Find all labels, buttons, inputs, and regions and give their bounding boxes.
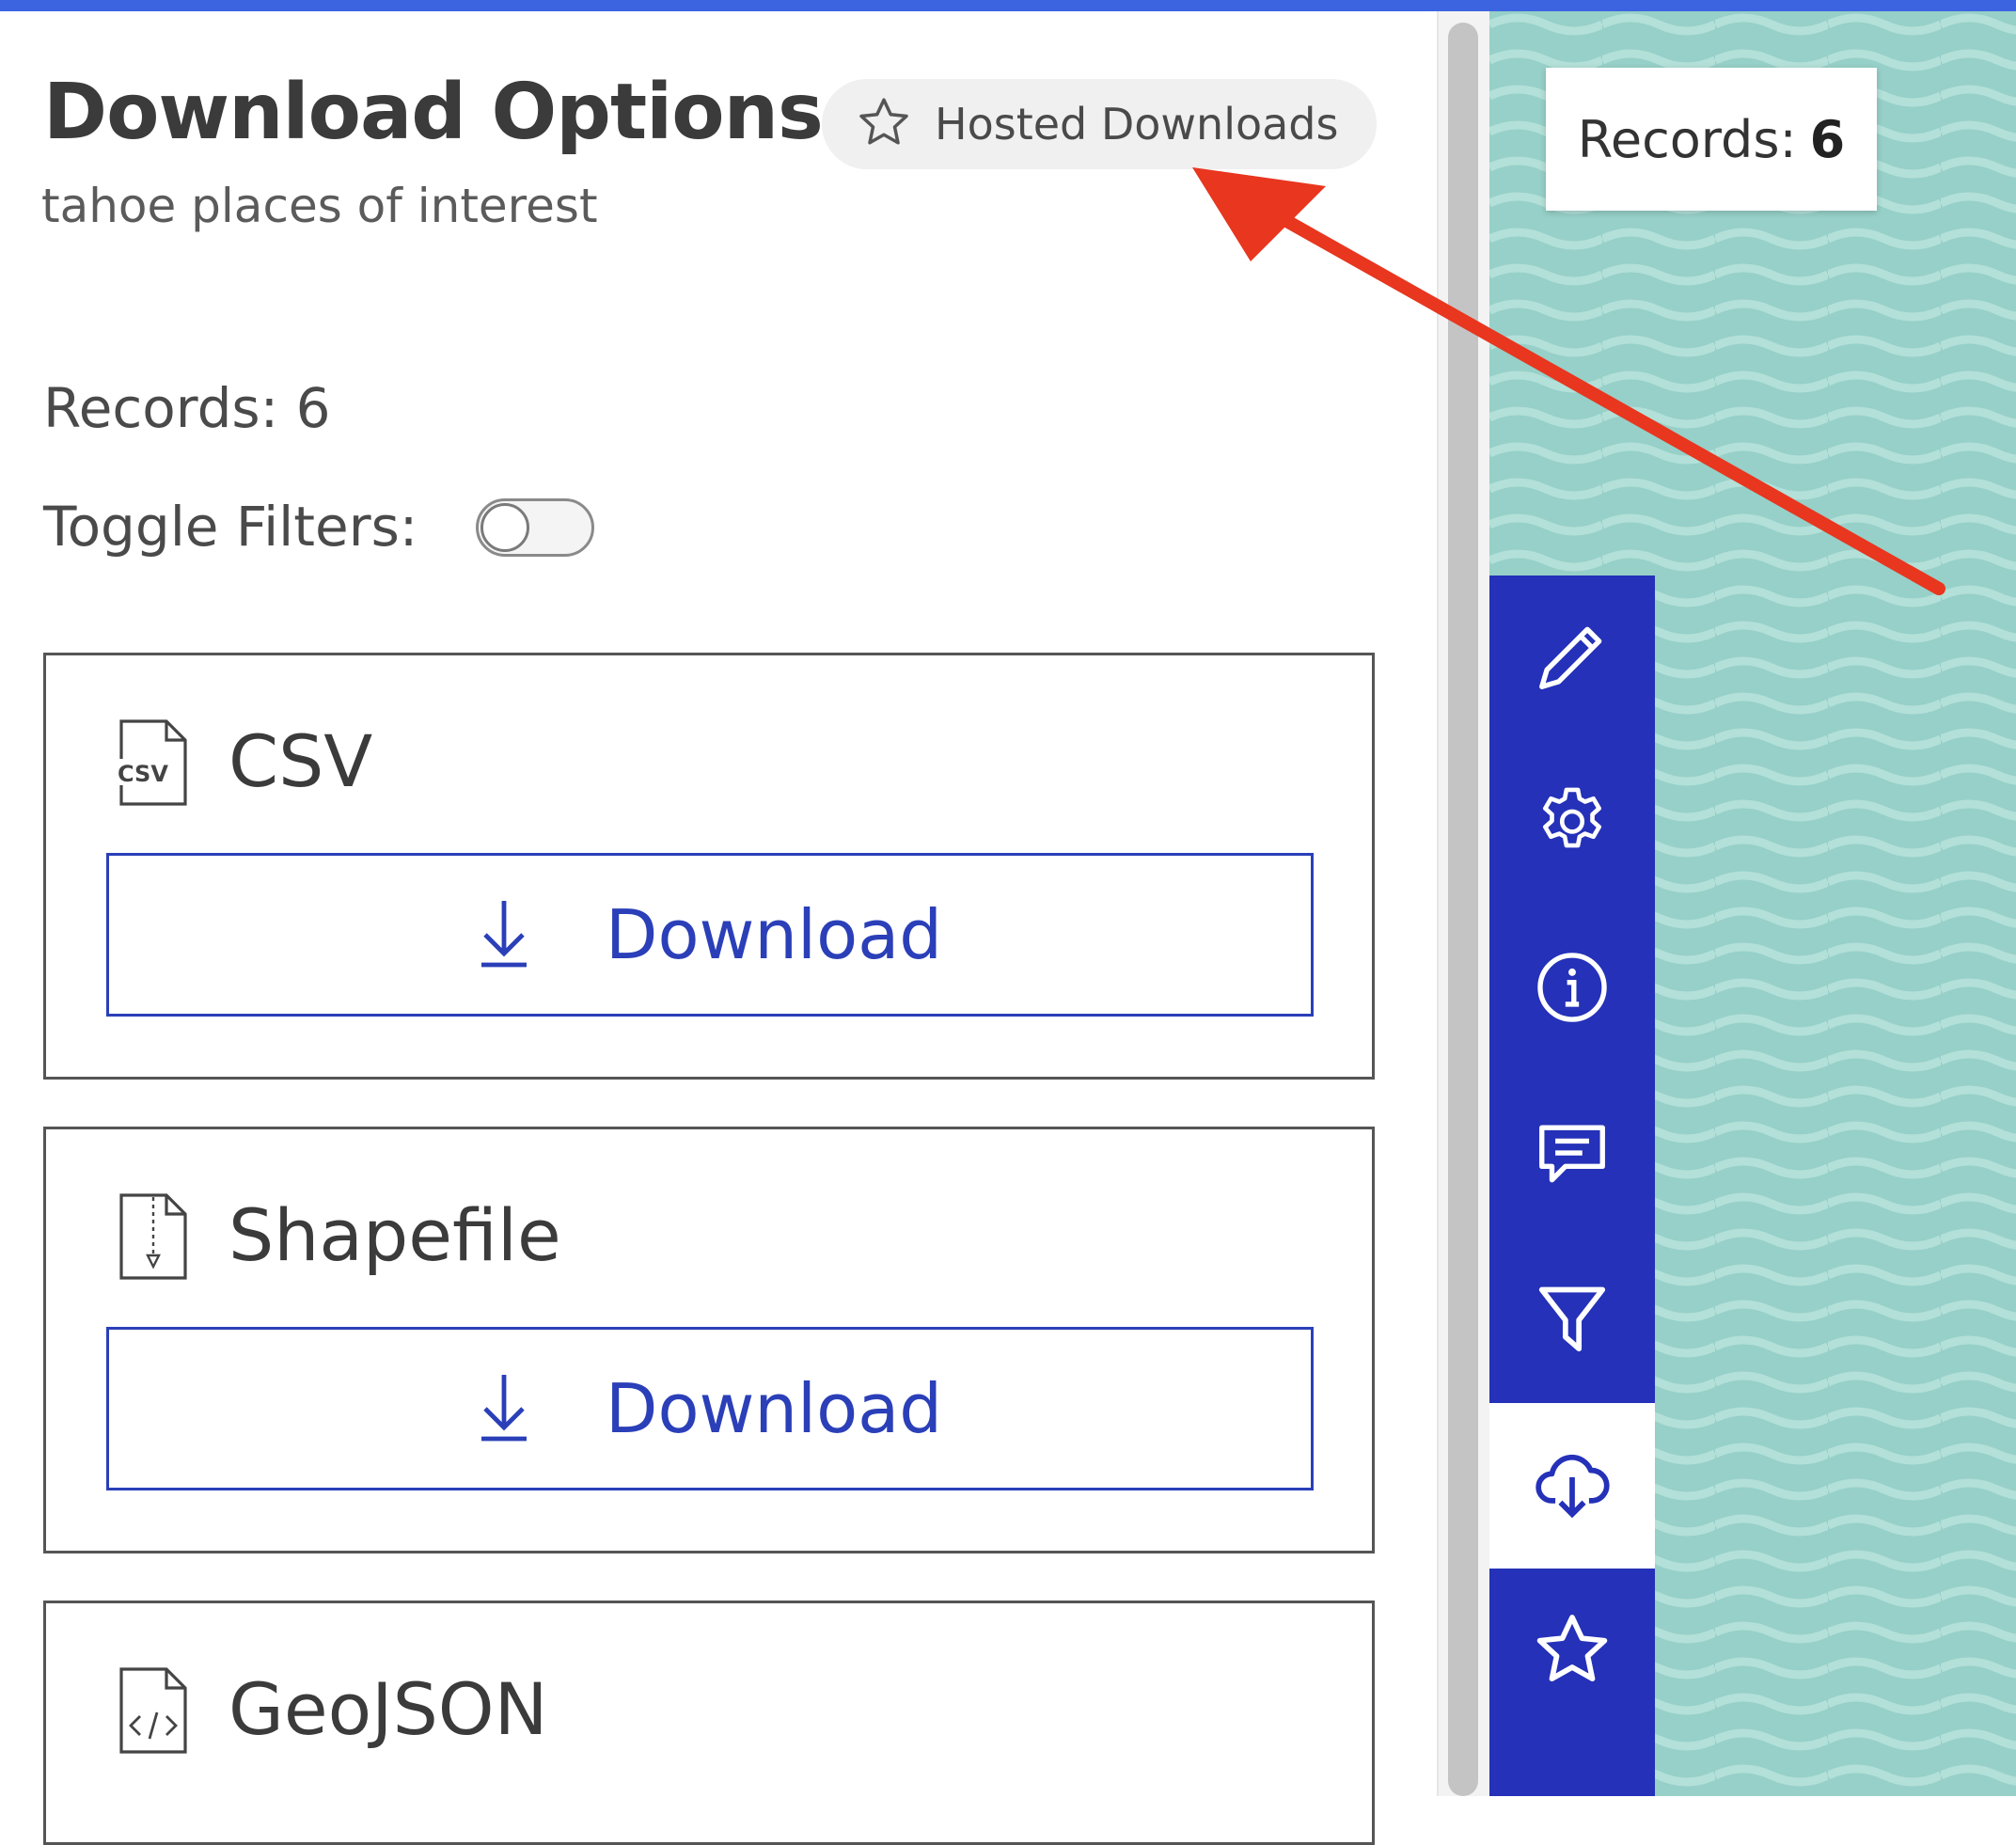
map-records-label: Records: — [1577, 109, 1797, 169]
download-button-label: Download — [606, 1369, 942, 1448]
pencil-icon — [1532, 616, 1613, 701]
format-card-geojson: GeoJSON — [43, 1601, 1375, 1845]
info-icon — [1532, 947, 1613, 1032]
comment-icon — [1532, 1112, 1613, 1197]
download-arrow-icon — [478, 897, 530, 972]
star-icon — [1532, 1609, 1613, 1694]
top-accent-bar — [0, 0, 2016, 11]
download-csv-button[interactable]: Download — [106, 853, 1314, 1017]
panel-scrollbar-thumb[interactable] — [1448, 23, 1478, 1796]
toggle-filters-label: Toggle Filters: — [43, 495, 418, 559]
gear-icon — [1532, 781, 1613, 866]
edit-tool-button[interactable] — [1489, 576, 1655, 741]
favorites-tool-button[interactable] — [1489, 1569, 1655, 1734]
svg-text:CSV: CSV — [118, 761, 168, 787]
download-button-label: Download — [606, 895, 942, 974]
download-shapefile-button[interactable]: Download — [106, 1327, 1314, 1490]
download-arrow-icon — [478, 1371, 530, 1446]
filter-icon — [1532, 1278, 1613, 1363]
csv-file-icon: CSV — [116, 718, 191, 808]
records-count: Records: 6 — [43, 376, 331, 440]
cloud-download-icon — [1532, 1443, 1613, 1528]
comments-tool-button[interactable] — [1489, 1072, 1655, 1238]
star-outline-icon — [856, 94, 912, 154]
zip-file-icon — [116, 1191, 191, 1282]
hosted-downloads-label: Hosted Downloads — [935, 99, 1339, 150]
download-options-panel: Download Options tahoe places of interes… — [0, 11, 1437, 1845]
settings-tool-button[interactable] — [1489, 741, 1655, 907]
format-name: Shapefile — [228, 1193, 561, 1277]
map-records-count: 6 — [1809, 109, 1846, 169]
info-tool-button[interactable] — [1489, 907, 1655, 1072]
page-title: Download Options — [43, 68, 824, 157]
map-records-badge: Records: 6 — [1546, 68, 1877, 211]
toggle-knob — [480, 503, 529, 552]
hosted-downloads-button[interactable]: Hosted Downloads — [822, 79, 1377, 169]
dataset-subtitle: tahoe places of interest — [41, 179, 598, 233]
filter-tool-button[interactable] — [1489, 1238, 1655, 1403]
download-tool-button[interactable] — [1489, 1403, 1655, 1569]
format-card-csv: CSV CSV Download — [43, 653, 1375, 1080]
format-card-shapefile: Shapefile Download — [43, 1127, 1375, 1553]
code-file-icon — [116, 1665, 191, 1756]
toggle-filters-switch[interactable] — [476, 498, 594, 557]
format-name: CSV — [228, 719, 373, 803]
format-name: GeoJSON — [228, 1667, 548, 1751]
